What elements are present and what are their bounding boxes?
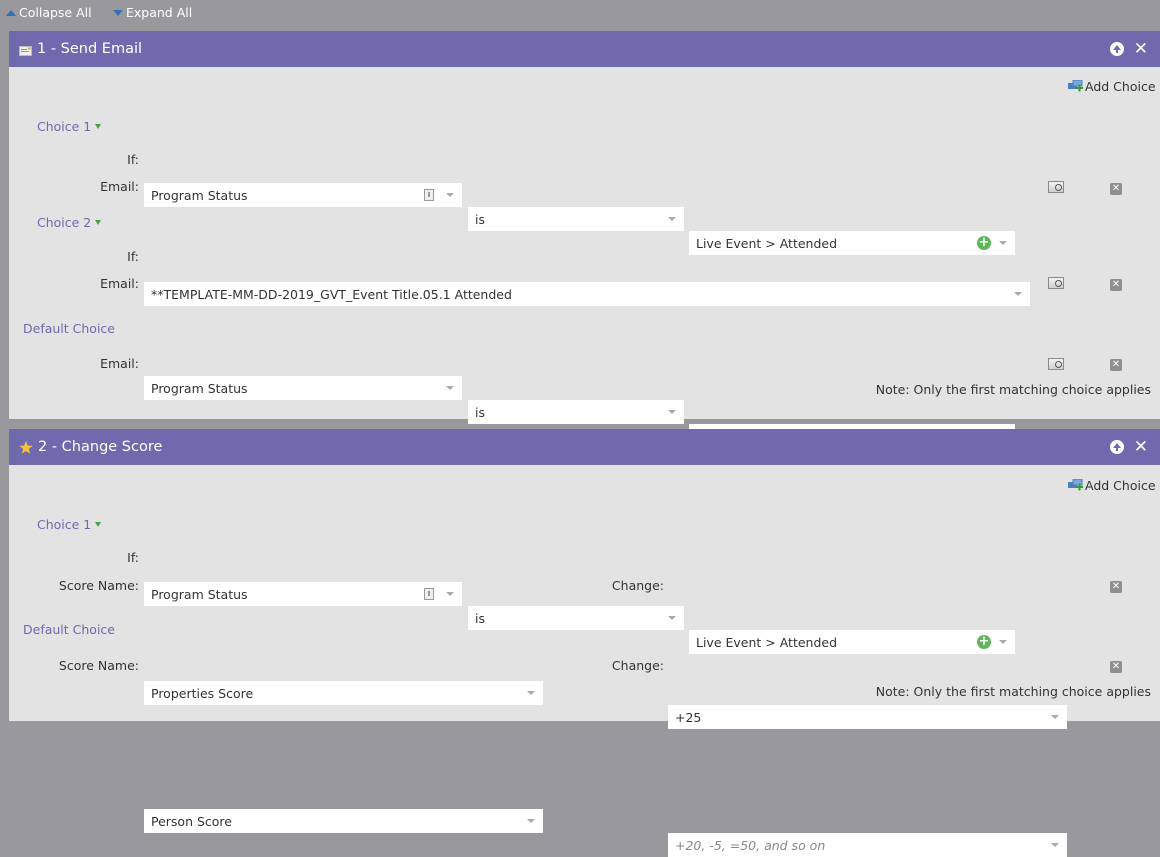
operator-select[interactable]: is	[468, 606, 684, 630]
delete-choice-icon[interactable]: ✕	[1110, 359, 1122, 371]
field-picker-icon[interactable]	[424, 189, 434, 201]
if-label: If:	[127, 152, 139, 167]
collapse-all-label: Collapse All	[19, 5, 92, 20]
move-up-icon[interactable]	[1109, 42, 1124, 56]
note-text: Note: Only the first matching choice app…	[875, 382, 1151, 397]
dropdown-arrow-icon	[446, 193, 454, 197]
choice-title-label: Choice 1	[37, 517, 92, 532]
change-value: +25	[675, 709, 702, 725]
add-value-icon[interactable]: +	[977, 635, 991, 649]
dropdown-arrow-icon	[999, 640, 1007, 644]
add-choice-button[interactable]: Add Choice	[1068, 79, 1156, 94]
operator-value: is	[475, 610, 485, 626]
operator-select[interactable]: is	[468, 400, 684, 424]
delete-choice-icon[interactable]: ✕	[1110, 183, 1122, 195]
star-icon	[19, 440, 33, 454]
change-input[interactable]: +25	[668, 705, 1067, 729]
choice-title-label: Choice 2	[37, 215, 92, 230]
expand-all-button[interactable]: Expand All	[113, 5, 192, 20]
flow-step-header[interactable]: 1 - Send Email ✕	[9, 31, 1160, 67]
value-select[interactable]: Live Event > Attended +	[689, 630, 1015, 654]
email-label: Email:	[100, 179, 139, 194]
choice-title-label: Choice 1	[37, 119, 92, 134]
dropdown-arrow-icon	[999, 241, 1007, 245]
chevron-down-icon	[95, 522, 102, 527]
choice-2-title[interactable]: Choice 2	[37, 215, 102, 230]
expand-all-label: Expand All	[126, 5, 193, 20]
if-field-select[interactable]: Program Status	[144, 582, 462, 606]
email-label: Email:	[100, 276, 139, 291]
flow-step-change-score: 2 - Change Score ✕ Add Choice Choice 1 I…	[9, 429, 1160, 857]
dropdown-arrow-icon	[446, 592, 454, 596]
toolbar: Collapse All Expand All	[0, 0, 1160, 28]
dropdown-arrow-icon	[527, 691, 535, 695]
if-field-value: Program Status	[151, 380, 248, 396]
expand-icon	[113, 9, 123, 16]
value-text: Live Event > Attended	[696, 634, 838, 650]
email-label: Email:	[100, 356, 139, 371]
score-name-label: Score Name:	[58, 578, 139, 593]
if-field-value: Program Status	[151, 187, 248, 203]
chevron-down-icon	[95, 220, 102, 225]
close-icon[interactable]: ✕	[1134, 439, 1148, 456]
add-value-icon[interactable]: +	[977, 236, 991, 250]
operator-select[interactable]: is	[468, 207, 684, 231]
close-icon[interactable]: ✕	[1134, 41, 1148, 58]
change-label: Change:	[611, 658, 664, 673]
delete-choice-icon[interactable]: ✕	[1110, 279, 1122, 291]
chevron-down-icon	[95, 124, 102, 129]
dropdown-arrow-icon	[1051, 715, 1059, 719]
change-label: Change:	[611, 578, 664, 593]
change-placeholder: +20, -5, =50, and so on	[675, 837, 826, 853]
operator-value: is	[475, 404, 485, 420]
delete-choice-icon[interactable]: ✕	[1110, 581, 1122, 593]
dropdown-arrow-icon	[668, 217, 676, 221]
score-name-value: Properties Score	[151, 685, 254, 701]
move-up-icon[interactable]	[1109, 440, 1124, 454]
flow-step-title: 1 - Send Email	[37, 41, 143, 57]
if-label: If:	[127, 249, 139, 264]
field-picker-icon[interactable]	[424, 588, 434, 600]
score-name-label: Score Name:	[58, 658, 139, 673]
default-choice-title: Default Choice	[23, 321, 115, 336]
collapse-all-button[interactable]: Collapse All	[6, 5, 92, 20]
dropdown-arrow-icon	[668, 410, 676, 414]
if-field-value: Program Status	[151, 586, 248, 602]
add-choice-label: Add Choice	[1085, 79, 1156, 94]
collapse-icon	[6, 9, 16, 16]
value-text: Live Event > Attended	[696, 235, 838, 251]
default-change-input[interactable]: +20, -5, =50, and so on	[668, 833, 1067, 857]
flow-step-send-email: 1 - Send Email ✕ Add Choice Choice 1 If:…	[9, 31, 1160, 603]
value-select[interactable]: Live Event > Attended +	[689, 231, 1015, 255]
flow-step-header[interactable]: 2 - Change Score ✕	[9, 429, 1160, 465]
score-name-select[interactable]: Properties Score	[144, 681, 543, 705]
dropdown-arrow-icon	[527, 819, 535, 823]
operator-value: is	[475, 211, 485, 227]
choice-1-title[interactable]: Choice 1	[37, 119, 102, 134]
dropdown-arrow-icon	[1014, 292, 1022, 296]
email-icon	[19, 44, 32, 56]
if-label: If:	[127, 550, 139, 565]
flow-step-title: 2 - Change Score	[38, 439, 163, 455]
if-field-select[interactable]: Program Status	[144, 183, 462, 207]
score-name-value: Person Score	[151, 813, 232, 829]
preview-icon[interactable]	[1048, 277, 1064, 289]
delete-choice-icon[interactable]: ✕	[1110, 661, 1122, 673]
add-choice-label: Add Choice	[1085, 478, 1156, 493]
if-field-select[interactable]: Program Status	[144, 376, 462, 400]
add-choice-icon	[1068, 79, 1083, 91]
add-choice-icon	[1068, 478, 1083, 490]
preview-icon[interactable]	[1048, 181, 1064, 193]
email-value: **TEMPLATE-MM-DD-2019_GVT_Event Title.05…	[151, 286, 512, 302]
default-score-name-select[interactable]: Person Score	[144, 809, 543, 833]
add-choice-button[interactable]: Add Choice	[1068, 478, 1156, 493]
default-choice-title: Default Choice	[23, 622, 115, 637]
note-text: Note: Only the first matching choice app…	[875, 684, 1151, 699]
email-select[interactable]: **TEMPLATE-MM-DD-2019_GVT_Event Title.05…	[144, 282, 1030, 306]
preview-icon[interactable]	[1048, 358, 1064, 370]
dropdown-arrow-icon	[1051, 843, 1059, 847]
dropdown-arrow-icon	[668, 616, 676, 620]
choice-1-title[interactable]: Choice 1	[37, 517, 102, 532]
dropdown-arrow-icon	[446, 386, 454, 390]
